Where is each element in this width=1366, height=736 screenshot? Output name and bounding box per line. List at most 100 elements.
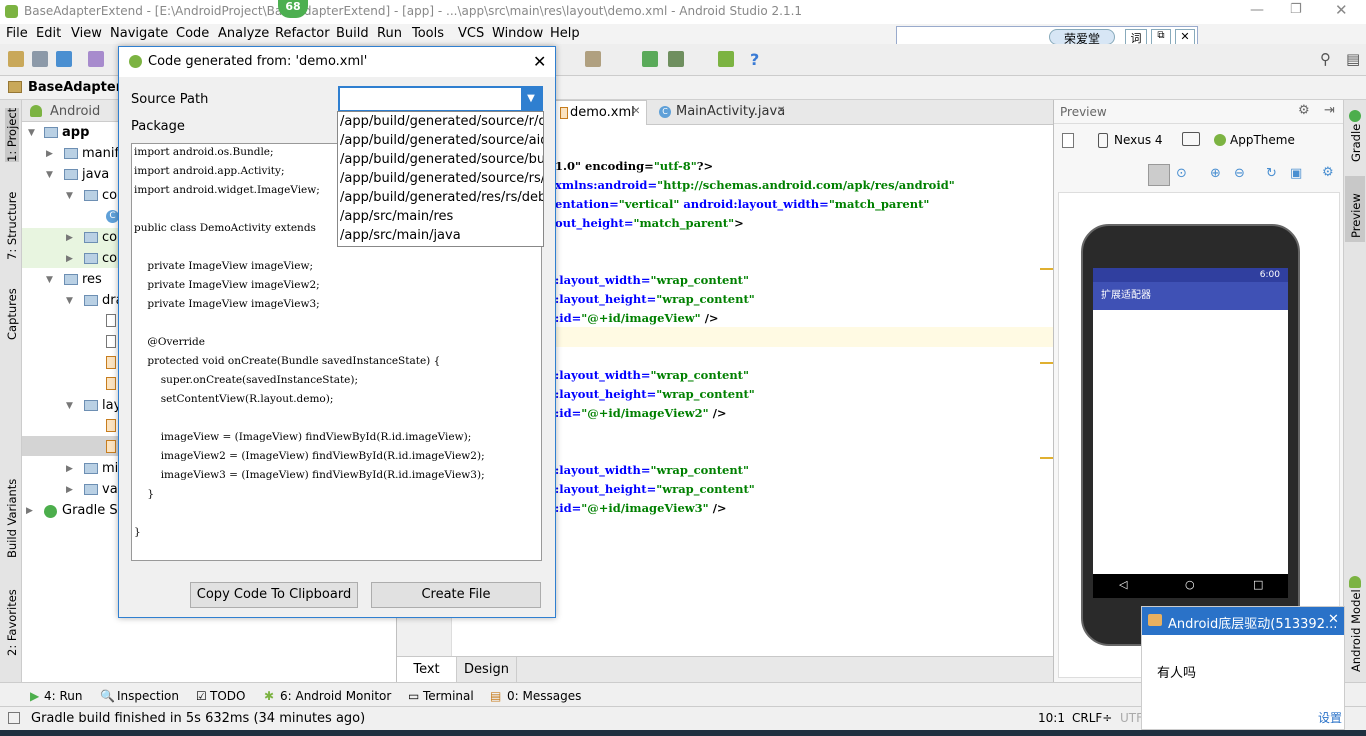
avd-icon[interactable] (668, 51, 684, 67)
tree-item-mipmap[interactable]: mi (84, 461, 118, 476)
preview-settings-icon[interactable]: ⚙ (1322, 165, 1334, 180)
tab-main-activity[interactable]: C MainActivity.java ✕ (653, 100, 793, 125)
project-tool-tab[interactable]: 1: Project (5, 107, 19, 162)
hide-icon[interactable]: ⇥ (1324, 103, 1335, 118)
expand-arrow[interactable]: ▼ (46, 275, 53, 285)
menu-help[interactable]: Help (550, 26, 580, 41)
messages-tool-tab[interactable]: 0: Messages (507, 689, 581, 703)
theme-selector[interactable]: AppTheme (1230, 133, 1295, 147)
sync-icon[interactable] (56, 51, 72, 67)
tree-item-app[interactable]: app (44, 125, 89, 140)
tree-item-values[interactable]: val (84, 482, 121, 497)
chat-notification[interactable]: Android底层驱动(513392... ✕ 有人吗 设置 (1141, 606, 1345, 730)
search-icon[interactable]: ⚲ (1320, 50, 1331, 68)
expand-arrow[interactable]: ▼ (66, 191, 73, 201)
collapse-arrow[interactable]: ▶ (66, 464, 73, 474)
status-toggle-icon[interactable] (8, 712, 20, 724)
menu-view[interactable]: View (71, 26, 102, 41)
zoom-out-icon[interactable]: ⊖ (1234, 166, 1245, 181)
line-separator[interactable]: CRLF÷ (1072, 711, 1112, 725)
ime-close-icon[interactable]: ✕ (1175, 29, 1195, 45)
collapse-arrow[interactable]: ▶ (26, 506, 33, 516)
refresh-icon[interactable]: ↻ (1266, 166, 1277, 181)
build-variants-tool-tab[interactable]: Build Variants (5, 479, 19, 558)
menu-window[interactable]: Window (492, 26, 543, 41)
restore-button[interactable]: ❐ (1290, 2, 1302, 17)
device-selector[interactable]: Nexus 4 (1114, 133, 1163, 147)
close-window-button[interactable]: ✕ (1335, 1, 1348, 19)
preview-tool-tab[interactable]: Preview (1349, 193, 1363, 238)
orientation-icon[interactable] (1182, 132, 1200, 146)
collapse-arrow[interactable]: ▶ (66, 254, 73, 264)
tab-design[interactable]: Design (457, 657, 517, 682)
source-path-option[interactable]: /app/build/generated/source/buildConfig (338, 150, 543, 169)
tree-item-java[interactable]: java (64, 167, 109, 182)
android-monitor-tool-tab[interactable]: 6: Android Monitor (280, 689, 391, 703)
run-tool-tab[interactable]: 4: Run (44, 689, 83, 703)
save-icon[interactable] (32, 51, 48, 67)
close-tab-icon[interactable]: ✕ (632, 106, 640, 117)
create-file-button[interactable]: Create File (371, 582, 541, 608)
minimize-button[interactable]: — (1250, 2, 1264, 18)
menu-code[interactable]: Code (176, 26, 209, 41)
ime-name[interactable]: 荣爱堂 (1049, 29, 1115, 46)
source-path-option[interactable]: /app/build/generated/res/rs/debug (338, 188, 543, 207)
tree-item-res[interactable]: res (64, 272, 102, 287)
tree-item-layout[interactable]: lay (84, 398, 121, 413)
notification-settings-link[interactable]: 设置 (1318, 709, 1342, 726)
sdk-icon[interactable] (585, 51, 601, 67)
gradle-tool-tab[interactable]: Gradle (1349, 124, 1363, 162)
ime-word-button[interactable]: 词 (1125, 29, 1147, 45)
bookmark-icon[interactable]: ▤ (1346, 50, 1360, 68)
undo-icon[interactable] (88, 51, 104, 67)
source-path-option[interactable]: /app/build/generated/source/rs/debug (338, 169, 543, 188)
menu-file[interactable]: File (6, 26, 28, 41)
android-icon[interactable] (718, 51, 734, 67)
file-encoding[interactable]: UTF (1120, 711, 1143, 725)
zoom-in-icon[interactable]: ⊕ (1210, 166, 1221, 181)
zoom-actual-icon[interactable]: ⊙ (1176, 166, 1187, 181)
menu-edit[interactable]: Edit (36, 26, 61, 41)
inspection-tool-tab[interactable]: Inspection (117, 689, 179, 703)
dropdown-arrow-icon[interactable]: ▼ (521, 88, 541, 110)
captures-tool-tab[interactable]: Captures (5, 288, 19, 340)
terminal-tool-tab[interactable]: Terminal (423, 689, 474, 703)
pan-icon[interactable] (1148, 164, 1170, 186)
ime-copy-icon[interactable]: ⧉ (1151, 29, 1171, 45)
dialog-close-icon[interactable]: ✕ (533, 52, 546, 71)
source-path-option[interactable]: /app/build/generated/source/r/debug (338, 112, 543, 131)
expand-arrow[interactable]: ▼ (66, 401, 73, 411)
notification-close-icon[interactable]: ✕ (1328, 612, 1339, 627)
collapse-arrow[interactable]: ▶ (46, 149, 53, 159)
menu-tools[interactable]: Tools (412, 26, 444, 41)
source-path-select[interactable]: ▼ (338, 86, 543, 112)
menu-analyze[interactable]: Analyze (218, 26, 269, 41)
settings-icon[interactable]: ⚙ (1298, 103, 1310, 118)
expand-arrow[interactable]: ▼ (66, 296, 73, 306)
collapse-arrow[interactable]: ▶ (66, 233, 73, 243)
structure-tool-tab[interactable]: 7: Structure (5, 192, 19, 260)
favorites-tool-tab[interactable]: 2: Favorites (5, 589, 19, 656)
android-model-tool-tab[interactable]: Android Model (1349, 589, 1363, 672)
screenshot-icon[interactable]: ▣ (1290, 166, 1302, 181)
tab-text[interactable]: Text (397, 657, 457, 682)
gradle-sync-icon[interactable] (642, 51, 658, 67)
menu-run[interactable]: Run (377, 26, 402, 41)
source-path-option[interactable]: /app/build/generated/source/aidl/debug (338, 131, 543, 150)
menu-vcs[interactable]: VCS (458, 26, 484, 41)
collapse-arrow[interactable]: ▶ (66, 485, 73, 495)
tab-demo-xml[interactable]: demo.xml ✕ (555, 100, 647, 125)
copy-code-button[interactable]: Copy Code To Clipboard (190, 582, 358, 608)
open-icon[interactable] (8, 51, 24, 67)
tree-item-package-1[interactable]: co (84, 188, 117, 203)
tree-item-package-2[interactable]: co (84, 230, 117, 245)
tree-item-gradle-scripts[interactable]: Gradle Sc (44, 503, 125, 518)
todo-tool-tab[interactable]: TODO (210, 689, 245, 703)
menu-navigate[interactable]: Navigate (110, 26, 168, 41)
project-view-selector[interactable]: Android (50, 104, 100, 119)
source-path-option[interactable]: /app/src/main/java (338, 226, 543, 245)
help-icon[interactable]: ? (750, 50, 759, 69)
close-tab-icon[interactable]: ✕ (777, 105, 785, 116)
menu-refactor[interactable]: Refactor (275, 26, 330, 41)
menu-build[interactable]: Build (336, 26, 369, 41)
